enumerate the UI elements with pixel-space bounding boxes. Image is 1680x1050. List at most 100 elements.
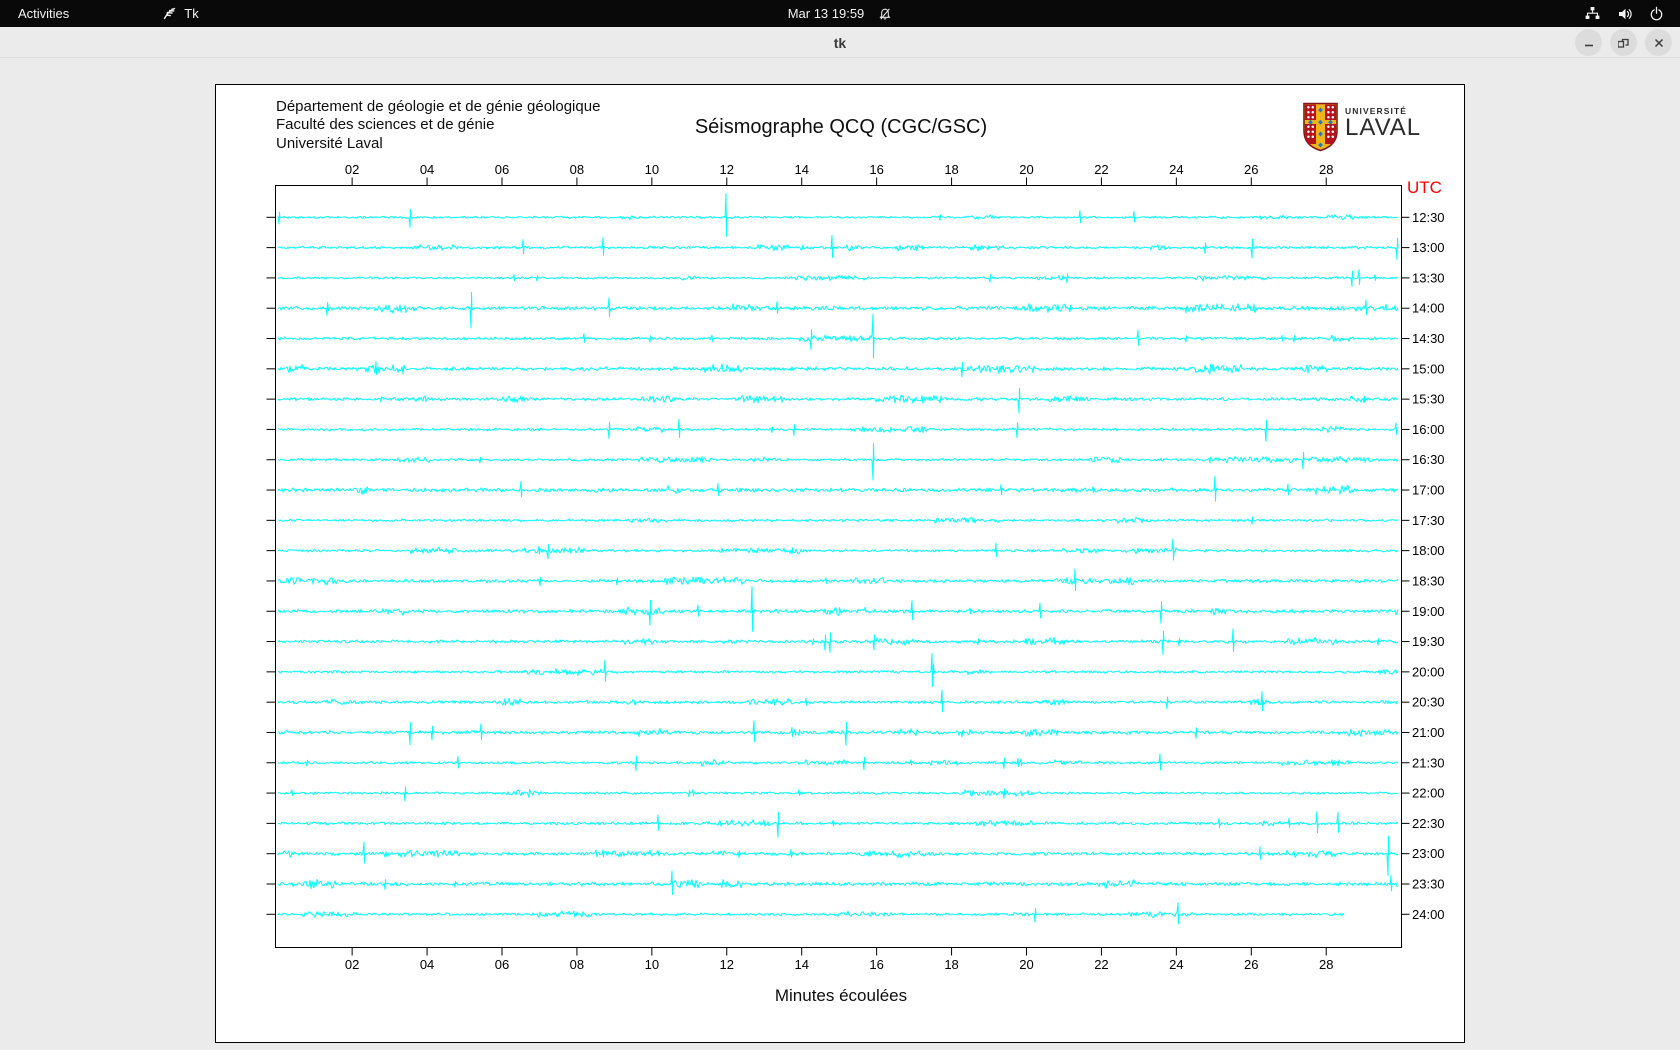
window-content: 02 02 04 04 06 06 08 08 10 10 12 12 14 14 16 16 18 18 20 20…	[0, 58, 1680, 1050]
utc-time-label: 16:30	[1412, 452, 1445, 467]
x-tick-label-bottom: 02	[345, 957, 359, 972]
laval-shield-floret	[1327, 125, 1330, 129]
seismogram-trace	[277, 586, 1399, 632]
laval-shield-floret	[1311, 135, 1315, 139]
x-tick-label-bottom: 22	[1094, 957, 1108, 972]
utc-time-label: 18:00	[1412, 543, 1445, 558]
laval-shield-floret	[1307, 125, 1310, 129]
seismogram-trace	[277, 269, 1399, 287]
laval-shield-floret	[1327, 116, 1330, 119]
laval-shield-floret	[1331, 130, 1335, 134]
seismogram-trace	[277, 568, 1399, 592]
laval-shield-floret	[1307, 130, 1310, 134]
utc-time-label: 24:00	[1412, 907, 1445, 922]
laval-shield-floret	[1327, 130, 1330, 134]
laval-shield-floret	[1311, 111, 1315, 114]
seismogram-trace	[277, 786, 1399, 802]
utc-time-label: 19:00	[1412, 604, 1445, 619]
x-tick-label-top: 18	[944, 162, 958, 177]
laval-shield-floret	[1311, 106, 1315, 109]
utc-time-label: 17:00	[1412, 483, 1445, 498]
seismogram-trace	[277, 193, 1399, 237]
seismogram-trace	[277, 516, 1399, 525]
x-tick-label-bottom: 20	[1019, 957, 1033, 972]
x-tick-label-bottom: 26	[1244, 957, 1258, 972]
utc-axis-title: UTC	[1407, 178, 1442, 197]
clock[interactable]: Mar 13 19:59	[788, 6, 865, 21]
x-tick-label-bottom: 04	[420, 957, 434, 972]
laval-shield-floret	[1307, 111, 1310, 114]
utc-time-label: 20:30	[1412, 695, 1445, 710]
laval-shield-icon	[1303, 102, 1338, 152]
seismogram-trace	[277, 689, 1398, 713]
x-tick-label-bottom: 08	[570, 957, 584, 972]
utc-time-label: 17:30	[1412, 513, 1445, 528]
seismogram-trace	[277, 475, 1399, 502]
x-tick-label-top: 16	[869, 162, 883, 177]
laval-shield-floret	[1327, 135, 1330, 139]
x-tick-label-top: 14	[794, 162, 808, 177]
x-tick-label-top: 12	[720, 162, 734, 177]
universite-laval-logo: UNIVERSITÉ LAVAL	[1302, 102, 1421, 152]
x-axis-title: Minutes écoulées	[774, 986, 908, 1005]
laval-shield-floret	[1307, 116, 1310, 119]
gnome-top-bar: Activities Tk Mar 13 19:59	[0, 0, 1680, 27]
x-tick-label-top: 20	[1019, 162, 1033, 177]
x-tick-label-bottom: 16	[869, 957, 883, 972]
power-icon[interactable]	[1649, 6, 1664, 21]
laval-shield-floret	[1331, 116, 1335, 119]
laval-shield-floret	[1331, 111, 1335, 114]
laval-shield-floret	[1331, 106, 1335, 109]
utc-time-label: 12:30	[1412, 210, 1445, 225]
seismogram-trace	[277, 870, 1398, 895]
utc-time-label: 15:00	[1412, 361, 1445, 376]
x-tick-label-bottom: 14	[794, 957, 808, 972]
plot-border	[275, 185, 1402, 948]
x-tick-label-bottom: 10	[645, 957, 659, 972]
laval-shield-floret	[1327, 106, 1330, 109]
seismogram-trace	[277, 538, 1399, 561]
utc-time-label: 22:30	[1412, 816, 1445, 831]
utc-time-label: 16:00	[1412, 422, 1445, 437]
utc-time-label: 20:00	[1412, 664, 1445, 679]
seismogram-trace	[277, 418, 1399, 442]
x-tick-label-top: 24	[1169, 162, 1183, 177]
laval-shield-floret	[1331, 125, 1335, 129]
helicorder-plot: 02 02 04 04 06 06 08 08 10 10 12 12 14 14 16 16 18 18 20 20…	[266, 162, 1445, 972]
utc-time-label: 14:30	[1412, 331, 1445, 346]
volume-icon[interactable]	[1617, 7, 1633, 21]
laval-shield-floret	[1307, 135, 1310, 139]
minimize-button[interactable]	[1575, 29, 1602, 56]
network-wired-icon[interactable]	[1584, 6, 1601, 21]
x-tick-label-top: 28	[1319, 162, 1333, 177]
restore-button[interactable]	[1610, 29, 1637, 56]
utc-time-label: 18:30	[1412, 573, 1445, 588]
window-title: tk	[833, 34, 847, 51]
laval-shield-floret	[1327, 111, 1330, 114]
utc-time-label: 19:30	[1412, 634, 1445, 649]
utc-time-label: 22:00	[1412, 786, 1445, 801]
x-tick-label-top: 22	[1094, 162, 1108, 177]
utc-time-label: 15:30	[1412, 392, 1445, 407]
seismogram-trace	[277, 753, 1399, 772]
x-tick-label-top: 04	[420, 162, 434, 177]
page-title: Séismographe QCQ (CGC/GSC)	[694, 116, 988, 138]
window-titlebar[interactable]: tk	[0, 27, 1680, 58]
utc-time-label: 23:30	[1412, 876, 1445, 891]
close-button[interactable]	[1645, 29, 1672, 56]
seismogram-trace	[277, 835, 1399, 876]
laval-shield-floret	[1311, 125, 1315, 129]
laval-shield-floret	[1311, 116, 1315, 119]
x-tick-label-top: 02	[345, 162, 359, 177]
seismogram-trace	[277, 628, 1399, 655]
seismogram-trace	[277, 443, 1399, 481]
seismogram-trace	[277, 387, 1399, 414]
x-tick-label-top: 08	[570, 162, 584, 177]
x-tick-label-bottom: 12	[720, 957, 734, 972]
x-tick-label-bottom: 24	[1169, 957, 1183, 972]
seismogram-trace	[277, 361, 1399, 378]
laval-shield-floret	[1307, 106, 1310, 109]
seismogram-trace	[277, 811, 1399, 838]
seismogram-trace	[277, 292, 1399, 329]
seismogram-trace	[277, 653, 1399, 688]
